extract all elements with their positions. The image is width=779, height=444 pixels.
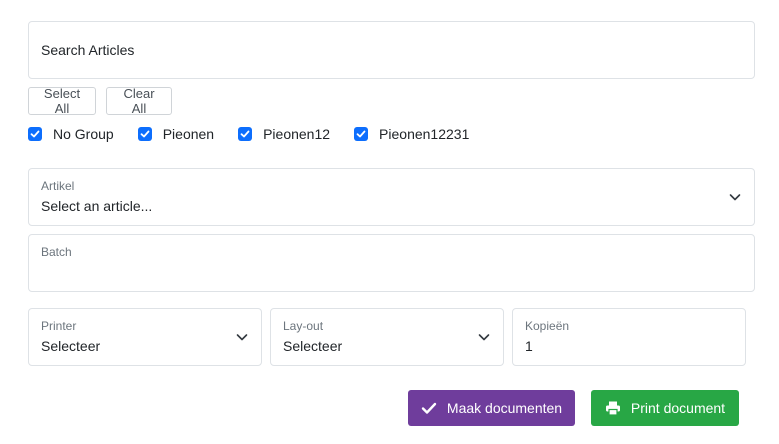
clear-all-button[interactable]: Clear All: [106, 86, 172, 116]
chevron-down-icon: [729, 194, 741, 201]
group-checkbox-item[interactable]: No Group: [28, 126, 114, 142]
print-document-button[interactable]: Print document: [591, 390, 739, 426]
kopieen-value[interactable]: 1: [525, 338, 533, 354]
group-checkbox-list: No Group Pieonen Pieonen12 Pieonen12231: [28, 124, 493, 144]
kopieen-field[interactable]: Kopieën 1: [512, 308, 746, 366]
checkbox[interactable]: [238, 127, 253, 141]
chevron-down-icon: [236, 334, 248, 341]
print-document-label: Print document: [630, 400, 726, 416]
printer-icon: [605, 401, 620, 416]
checkbox-label: Pieonen12231: [379, 126, 470, 142]
search-input[interactable]: [29, 22, 754, 78]
group-checkbox-item[interactable]: Pieonen: [137, 126, 215, 142]
check-icon: [421, 402, 437, 414]
checkbox[interactable]: [28, 127, 42, 141]
chevron-down-icon: [478, 334, 490, 341]
search-box[interactable]: [28, 21, 755, 79]
checkbox-label: Pieonen: [162, 126, 215, 142]
printer-label: Printer: [41, 319, 77, 333]
checkbox-label: Pieonen12: [263, 126, 331, 142]
layout-select[interactable]: Lay-out Selecteer: [270, 308, 504, 366]
artikel-select[interactable]: Artikel Select an article...: [28, 168, 755, 226]
check-icon: [356, 130, 366, 138]
layout-label: Lay-out: [283, 319, 324, 333]
group-checkbox-item[interactable]: Pieonen12: [238, 126, 330, 142]
batch-field[interactable]: Batch: [28, 234, 755, 292]
check-icon: [30, 130, 40, 138]
checkbox[interactable]: [137, 127, 152, 141]
checkbox-label: No Group: [53, 126, 114, 142]
select-all-button[interactable]: Select All: [28, 86, 96, 116]
check-icon: [140, 130, 150, 138]
printer-select[interactable]: Printer Selecteer: [28, 308, 262, 366]
kopieen-label: Kopieën: [525, 319, 570, 333]
layout-value: Selecteer: [283, 338, 343, 354]
batch-label: Batch: [41, 245, 72, 259]
artikel-value: Select an article...: [41, 198, 153, 214]
maak-documenten-label: Maak documenten: [446, 400, 563, 416]
printer-value: Selecteer: [41, 338, 101, 354]
artikel-label: Artikel: [41, 179, 75, 193]
maak-documenten-button[interactable]: Maak documenten: [408, 390, 575, 426]
checkbox[interactable]: [354, 127, 369, 141]
check-icon: [240, 130, 250, 138]
group-checkbox-item[interactable]: Pieonen12231: [354, 126, 469, 142]
